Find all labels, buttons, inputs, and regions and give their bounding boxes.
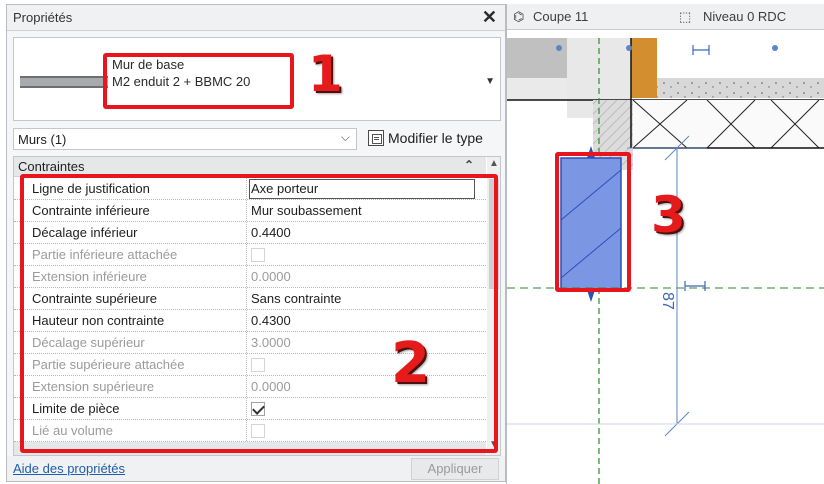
close-icon[interactable]: ✕ [482,7,497,28]
edit-type-button[interactable]: Modifier le type [368,126,501,152]
help-link[interactable]: Aide des propriétés [13,461,125,476]
edit-type-icon [368,130,384,146]
instance-filter-dropdown[interactable]: Murs (1) ⌵ [13,128,357,150]
tab-section-icon: ⌬ [513,9,525,24]
type-preview-image [18,42,108,118]
chevron-down-icon: ⌵ [340,130,350,144]
dimension-marker-icon [684,281,706,291]
grid-marker-icon [626,45,632,51]
slab-concrete [657,78,824,98]
insulation-orange [631,38,657,98]
edit-type-label: Modifier le type [388,130,483,146]
grid-marker-icon [772,45,778,51]
properties-palette: Propriétés ✕ Mur de base M2 enduit 2 + B… [6,4,506,482]
dimension-value[interactable]: 87 [659,292,676,310]
view-tabs: ⌬ Coupe 11 ⬚ Niveau 0 RDC [507,4,824,30]
filter-row: Murs (1) ⌵ Modifier le type [13,126,501,150]
group-title: Contraintes [18,159,85,174]
palette-footer: Aide des propriétés Appliquer [7,456,505,481]
annotation-box-3 [555,152,631,292]
palette-titlebar: Propriétés ✕ [7,5,505,31]
slab-gray [507,38,567,78]
annotation-number-3: 3 [651,186,686,244]
apply-button[interactable]: Appliquer [411,458,499,480]
annotation-number-2: 2 [391,331,430,396]
annotation-number-1: 1 [308,45,343,103]
type-dropdown-arrow-icon[interactable]: ▼ [485,76,495,87]
tab-coupe-11[interactable]: Coupe 11 [533,9,588,24]
sill-region [507,78,567,100]
section-view: ⌬ Coupe 11 ⬚ Niveau 0 RDC 87 3 [506,4,824,484]
annotation-box-1 [103,53,294,109]
annotation-box-2 [20,174,498,453]
tab-level-icon: ⬚ [679,9,692,24]
grid-marker-icon [556,45,562,51]
collapse-icon[interactable]: ⌃ [464,158,474,172]
wall-preview-icon [20,76,108,88]
filter-value: Murs (1) [18,132,67,147]
tab-niveau-0-rdc[interactable]: Niveau 0 RDC [703,9,786,24]
palette-title: Propriétés [13,10,73,25]
scroll-up-icon[interactable]: ▲ [489,158,499,169]
